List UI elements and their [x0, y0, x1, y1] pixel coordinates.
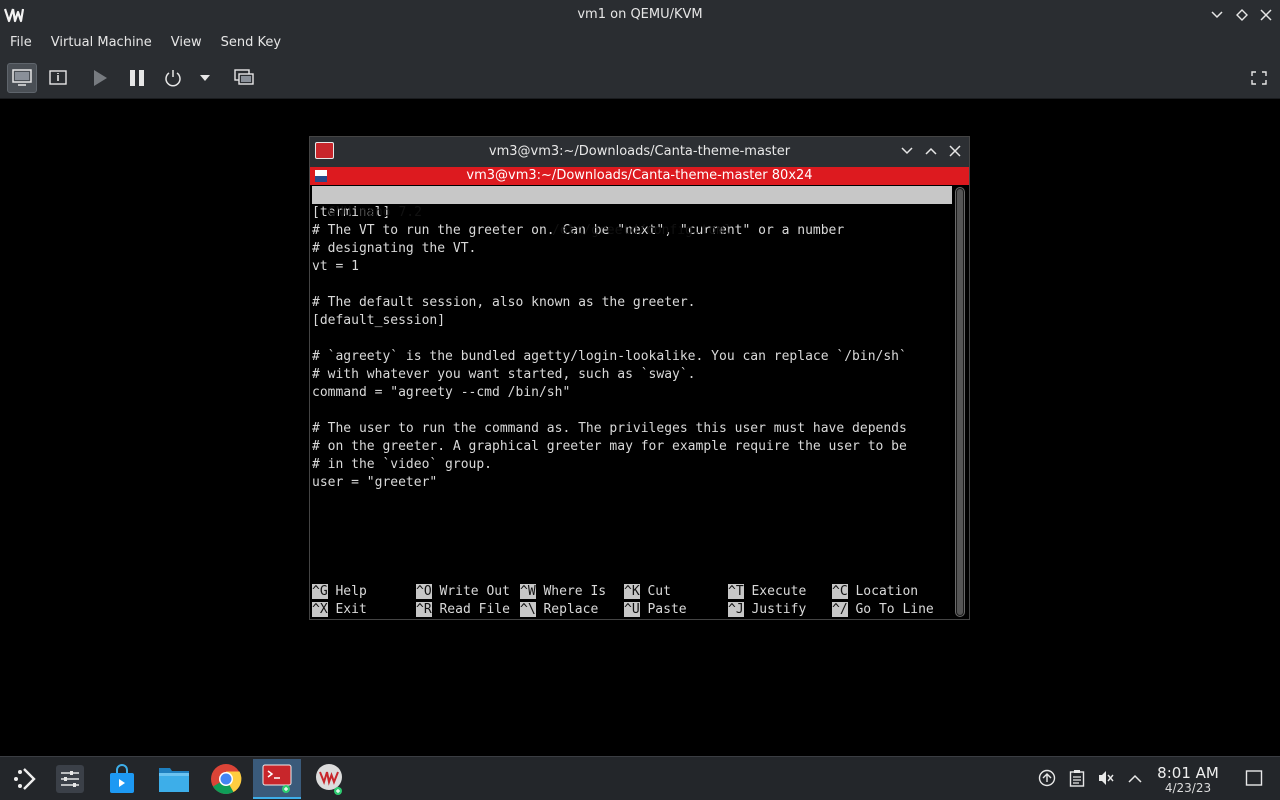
- nano-shortcuts: ^G Help ^O Write Out ^W Where Is ^K Cut …: [312, 583, 952, 619]
- power-menu-button[interactable]: [190, 63, 220, 93]
- virt-manager-taskbar-button[interactable]: [305, 759, 353, 799]
- chrome-icon: [211, 764, 242, 795]
- fullscreen-button[interactable]: [1244, 63, 1274, 93]
- nano-filename: /etc/greetd/config.toml: [552, 223, 733, 238]
- terminal-close-icon[interactable]: [946, 142, 964, 160]
- maximize-icon[interactable]: [1232, 5, 1252, 25]
- editor-line: # The user to run the command as. The pr…: [312, 421, 907, 436]
- editor-line: command = "agreety --cmd /bin/sh": [312, 385, 571, 400]
- terminal-icon: [262, 764, 292, 793]
- editor-line: user = "greeter": [312, 475, 438, 490]
- virt-manager-icon: [316, 764, 342, 795]
- minimize-icon[interactable]: [1207, 5, 1227, 25]
- shortcut-go-to-line: ^/ Go To Line: [832, 602, 934, 617]
- tray-expand-icon[interactable]: [1126, 769, 1144, 787]
- menu-view[interactable]: View: [166, 30, 207, 56]
- window-titlebar: vm1 on QEMU/KVM: [0, 0, 1280, 30]
- shortcut-paste: ^U Paste: [624, 602, 687, 617]
- console-icon: [12, 69, 32, 86]
- shortcut-location: ^C Location: [832, 584, 919, 599]
- terminal-tab-bar: vm3@vm3:~/Downloads/Canta-theme-master 8…: [310, 167, 969, 185]
- menubar: File Virtual Machine View Send Key: [0, 30, 1280, 56]
- shortcut-execute: ^T Execute: [728, 584, 807, 599]
- clipboard-icon[interactable]: [1068, 769, 1086, 787]
- terminal-body[interactable]: GNU nano 7.2 /etc/greetd/config.toml [te…: [310, 185, 969, 619]
- editor-line: # The default session, also known as the…: [312, 295, 696, 310]
- shortcut-where-is: ^W Where Is: [520, 584, 607, 599]
- terminal-tab-title: vm3@vm3:~/Downloads/Canta-theme-master 8…: [466, 168, 813, 183]
- shortcut-justify: ^J Justify: [728, 602, 807, 617]
- nano-header: GNU nano 7.2 /etc/greetd/config.toml: [312, 186, 952, 238]
- editor-line: # in the `video` group.: [312, 457, 493, 472]
- clock-time: 8:01 AM: [1157, 764, 1219, 782]
- menu-file[interactable]: File: [5, 30, 37, 56]
- close-icon[interactable]: [1256, 5, 1276, 25]
- run-button[interactable]: [85, 63, 115, 93]
- terminal-titlebar: vm3@vm3:~/Downloads/Canta-theme-master: [310, 137, 969, 166]
- terminal-minimize-icon[interactable]: [898, 142, 916, 160]
- chevron-down-icon: [200, 75, 210, 81]
- shortcut-cut: ^K Cut: [624, 584, 671, 599]
- terminal-taskbar-button[interactable]: [253, 759, 301, 799]
- file-manager-button[interactable]: [150, 759, 198, 799]
- scrollbar-thumb[interactable]: [957, 189, 963, 615]
- fullscreen-icon: [1251, 71, 1267, 85]
- toolbar: [0, 56, 1280, 99]
- snapshot-button[interactable]: [229, 63, 259, 93]
- shortcut-write-out: ^O Write Out: [416, 584, 510, 599]
- clock[interactable]: 8:01 AM 4/23/23: [1152, 765, 1224, 795]
- app-launcher-button[interactable]: [0, 759, 48, 799]
- terminal-window-title: vm3@vm3:~/Downloads/Canta-theme-master: [488, 144, 791, 159]
- run-icon: [94, 70, 107, 86]
- shortcut-row: ^X Exit ^R Read File ^\ Replace ^U Paste…: [312, 601, 952, 619]
- snapshot-icon: [234, 69, 254, 85]
- nano-version: GNU nano 7.2: [328, 205, 422, 220]
- shortcut-exit: ^X Exit: [312, 602, 367, 617]
- file-manager-icon: [159, 768, 189, 792]
- editor-line: # on the greeter. A graphical greeter ma…: [312, 439, 907, 454]
- shortcut-read-file: ^R Read File: [416, 602, 510, 617]
- pause-icon: [130, 70, 144, 86]
- system-settings-icon: [56, 765, 84, 793]
- editor-line: # `agreety` is the bundled agetty/login-…: [312, 349, 907, 364]
- editor-line: # with whatever you want started, such a…: [312, 367, 696, 382]
- updates-icon[interactable]: [1038, 769, 1056, 787]
- nano-editor[interactable]: GNU nano 7.2 /etc/greetd/config.toml [te…: [312, 186, 952, 492]
- show-desktop-icon[interactable]: [1245, 769, 1263, 787]
- editor-line: vt = 1: [312, 259, 359, 274]
- menu-virtual-machine[interactable]: Virtual Machine: [46, 30, 157, 56]
- menu-send-key[interactable]: Send Key: [216, 30, 286, 56]
- app-launcher-icon: [14, 768, 36, 790]
- editor-line: # designating the VT.: [312, 241, 477, 256]
- terminal-maximize-icon[interactable]: [922, 142, 940, 160]
- window-title: vm1 on QEMU/KVM: [577, 7, 703, 22]
- volume-muted-icon[interactable]: [1097, 769, 1115, 787]
- system-settings-button[interactable]: [46, 759, 94, 799]
- console-button[interactable]: [7, 63, 37, 93]
- discover-store-button[interactable]: [98, 759, 146, 799]
- details-button[interactable]: [43, 63, 73, 93]
- editor-line: [default_session]: [312, 313, 446, 328]
- shortcut-replace: ^\ Replace: [520, 602, 599, 617]
- shortcut-help: ^G Help: [312, 584, 367, 599]
- power-icon: [165, 70, 181, 87]
- clock-date: 4/23/23: [1164, 781, 1212, 795]
- taskbar: 8:01 AM 4/23/23: [0, 756, 1280, 800]
- pause-button[interactable]: [122, 63, 152, 93]
- power-button[interactable]: [158, 63, 188, 93]
- discover-store-icon: [110, 764, 134, 793]
- details-icon: [49, 70, 67, 85]
- shortcut-row: ^G Help ^O Write Out ^W Where Is ^K Cut …: [312, 583, 952, 601]
- chrome-button[interactable]: [202, 759, 250, 799]
- terminal-scrollbar[interactable]: [955, 187, 965, 617]
- terminal-window[interactable]: vm3@vm3:~/Downloads/Canta-theme-master v…: [309, 136, 970, 620]
